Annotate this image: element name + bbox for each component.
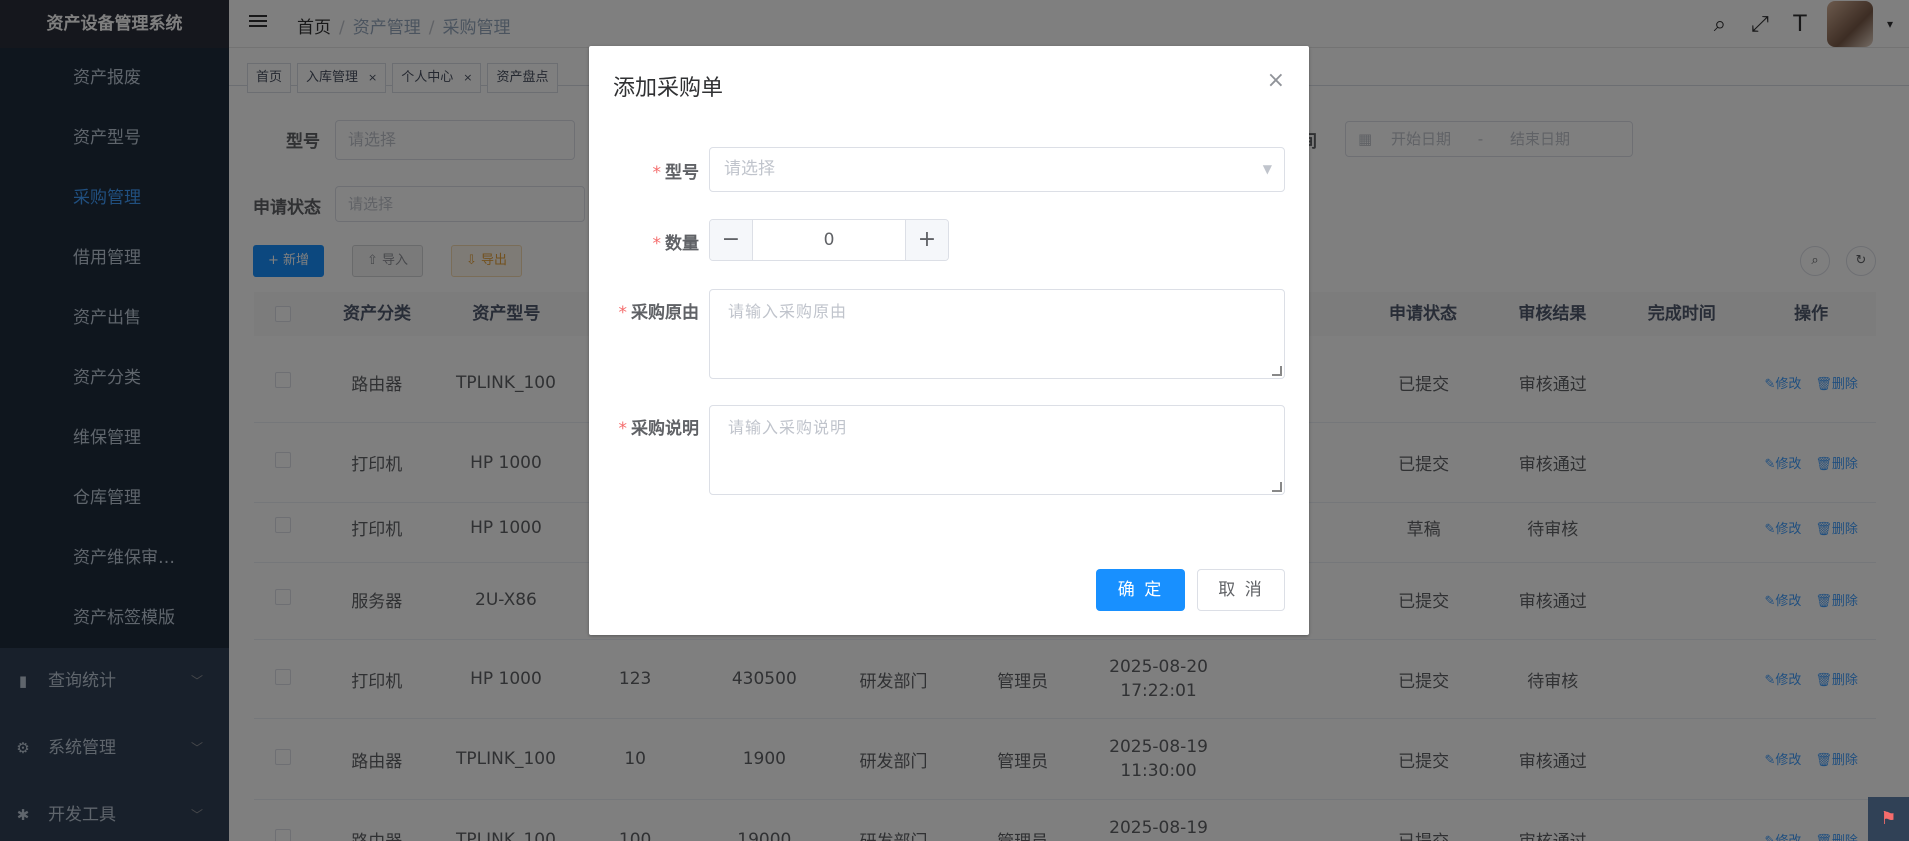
- chevron-down-icon: ▼: [1262, 162, 1272, 176]
- reason-label: * 采购原由: [618, 303, 700, 323]
- confirm-button[interactable]: 确 定: [1096, 569, 1185, 611]
- add-purchase-dialog: 添加采购单 × * 型号 请选择 ▼ * 数量 − 0 + * 采购原由 请输入采购原由…: [589, 46, 1309, 635]
- model-select[interactable]: 请选择 ▼: [709, 147, 1285, 192]
- cancel-button[interactable]: 取 消: [1197, 569, 1285, 611]
- desc-textarea[interactable]: 请输入采购说明: [709, 405, 1285, 495]
- model-placeholder: 请选择: [724, 159, 775, 179]
- dialog-title: 添加采购单: [613, 76, 724, 101]
- quantity-stepper[interactable]: − 0 +: [709, 219, 949, 261]
- model-label: * 型号: [652, 163, 700, 183]
- reason-textarea[interactable]: 请输入采购原由: [709, 289, 1285, 379]
- desc-label: * 采购说明: [618, 419, 700, 439]
- increment-button[interactable]: +: [905, 220, 948, 260]
- flag-icon[interactable]: ⚑: [1868, 797, 1909, 841]
- quantity-value[interactable]: 0: [753, 220, 905, 260]
- qty-label: * 数量: [652, 234, 700, 254]
- reason-placeholder: 请输入采购原由: [728, 302, 848, 321]
- resize-handle[interactable]: [1272, 482, 1282, 492]
- close-icon[interactable]: ×: [1267, 68, 1285, 93]
- desc-placeholder: 请输入采购说明: [728, 418, 848, 437]
- decrement-button[interactable]: −: [710, 220, 753, 260]
- resize-handle[interactable]: [1272, 366, 1282, 376]
